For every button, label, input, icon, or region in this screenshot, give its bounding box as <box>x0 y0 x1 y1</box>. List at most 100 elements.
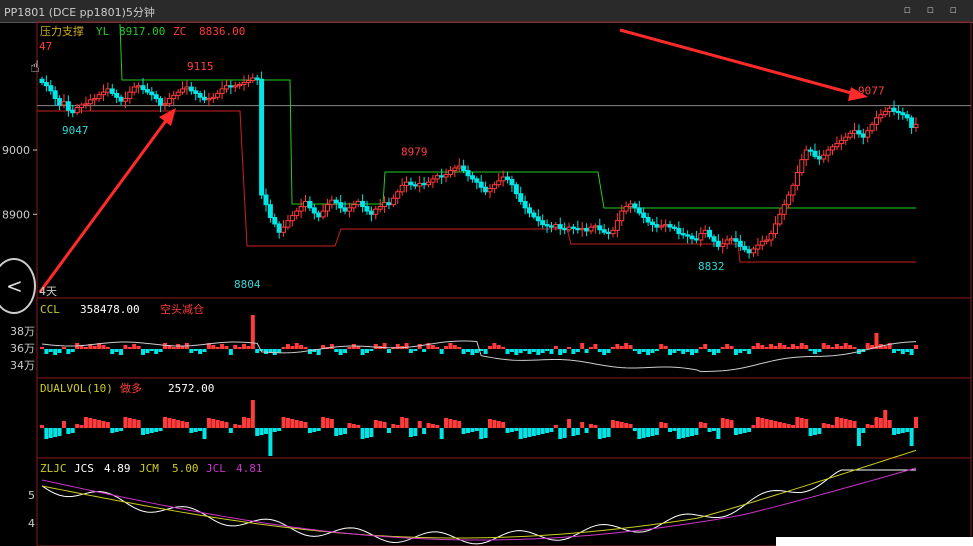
ccl-bar <box>654 349 659 351</box>
candle-body <box>202 96 208 101</box>
ccl-bar <box>523 349 528 351</box>
ccl-bar <box>272 349 277 355</box>
ccl-bar <box>883 346 888 349</box>
ccl-bar <box>650 349 655 353</box>
vol-bar <box>426 423 431 428</box>
ccl-bar <box>848 345 853 349</box>
vol-bar <box>70 428 75 433</box>
ccl-bar <box>110 349 115 354</box>
ccl-bar <box>141 349 146 355</box>
ccl-bar <box>830 347 835 349</box>
vol-bar <box>145 428 150 434</box>
vol-bar <box>786 424 791 428</box>
candle-body <box>307 200 313 209</box>
stock-chart[interactable]: 90008900 911590478979880488329077 压力支撑 Y… <box>0 0 973 546</box>
candle-body <box>707 229 713 238</box>
ccl-bar <box>773 346 778 349</box>
candle-body <box>843 136 849 141</box>
candle-body <box>900 112 906 116</box>
candle-body <box>755 244 761 250</box>
ccl-bar <box>233 345 238 349</box>
vol-bar <box>874 417 879 428</box>
ccl-bar <box>189 349 194 353</box>
candle-body <box>250 77 256 82</box>
ccl-bar <box>408 349 413 353</box>
ccl-bar <box>685 349 690 352</box>
ccl-bar <box>343 349 348 353</box>
vol-bar <box>747 428 752 432</box>
candle-body <box>74 107 80 114</box>
vol-bar <box>215 420 220 428</box>
vol-bar <box>48 428 53 438</box>
vol-bar <box>826 424 831 428</box>
candle-body <box>527 207 533 214</box>
vol-bar <box>206 418 211 428</box>
vol-bar <box>637 428 642 439</box>
vol-bar <box>567 419 572 428</box>
vol-bar <box>523 428 528 438</box>
candle-body <box>368 210 374 215</box>
candle-body <box>329 199 335 206</box>
candle-body <box>584 227 590 232</box>
ccl-bar <box>299 345 304 349</box>
zljc-tick-5: 5 <box>28 489 35 502</box>
candle-body <box>505 176 511 181</box>
ccl-bar <box>606 349 611 353</box>
vol-bar <box>391 424 396 428</box>
candle-body <box>162 103 168 106</box>
candles <box>39 71 919 259</box>
vol-bar <box>791 425 796 428</box>
ccl-bar <box>905 349 910 352</box>
vol-bar <box>395 425 400 428</box>
candle-body <box>830 146 836 151</box>
vol-bar <box>439 428 444 439</box>
ccl-bar <box>237 347 242 349</box>
ccl-bar <box>501 347 506 349</box>
vol-bar <box>597 428 602 439</box>
candle-body <box>878 114 884 119</box>
candle-body <box>579 227 585 231</box>
vol-bar <box>909 428 914 446</box>
candle-body <box>610 229 616 235</box>
vol-bar <box>821 423 826 428</box>
ccl-bar <box>145 349 150 353</box>
candle-body <box>228 85 234 88</box>
vol-bar <box>536 428 541 435</box>
ccl-bar <box>198 349 203 354</box>
ccl-bar <box>760 345 765 349</box>
ccl-bar <box>610 347 615 349</box>
candle-body <box>588 226 594 232</box>
vol-bar <box>483 428 488 438</box>
vol-bar <box>75 424 80 428</box>
vol-bar <box>193 428 198 432</box>
ccl-bar <box>843 343 848 349</box>
candle-body <box>702 229 708 235</box>
candle-body <box>649 221 655 226</box>
ccl-bar <box>628 345 633 349</box>
chevron-left-icon: < <box>6 274 23 298</box>
candle-body <box>245 80 251 83</box>
vol-bar <box>681 428 686 438</box>
hand-cursor-icon: ☝ <box>30 57 40 76</box>
vol-bar <box>685 428 690 437</box>
vol-bar <box>105 422 110 428</box>
candle-body <box>96 94 102 100</box>
candle-body <box>87 99 93 105</box>
vol-bar <box>501 422 506 428</box>
vol-bar <box>422 428 427 434</box>
candle-body <box>469 175 475 180</box>
vol-bar <box>228 428 233 433</box>
candle-body <box>215 92 221 98</box>
vol-bar <box>360 428 365 439</box>
ccl-bar <box>290 346 295 349</box>
vol-bar <box>61 421 66 428</box>
ccl-bar <box>716 349 721 353</box>
vol-bar <box>127 418 132 428</box>
ccl-bar <box>250 315 255 349</box>
candle-body <box>421 182 427 186</box>
vol-bar <box>369 428 374 437</box>
ccl-bar <box>404 343 409 349</box>
ccl-bar <box>285 344 290 349</box>
vol-bar <box>755 417 760 428</box>
candle-body <box>781 204 787 215</box>
